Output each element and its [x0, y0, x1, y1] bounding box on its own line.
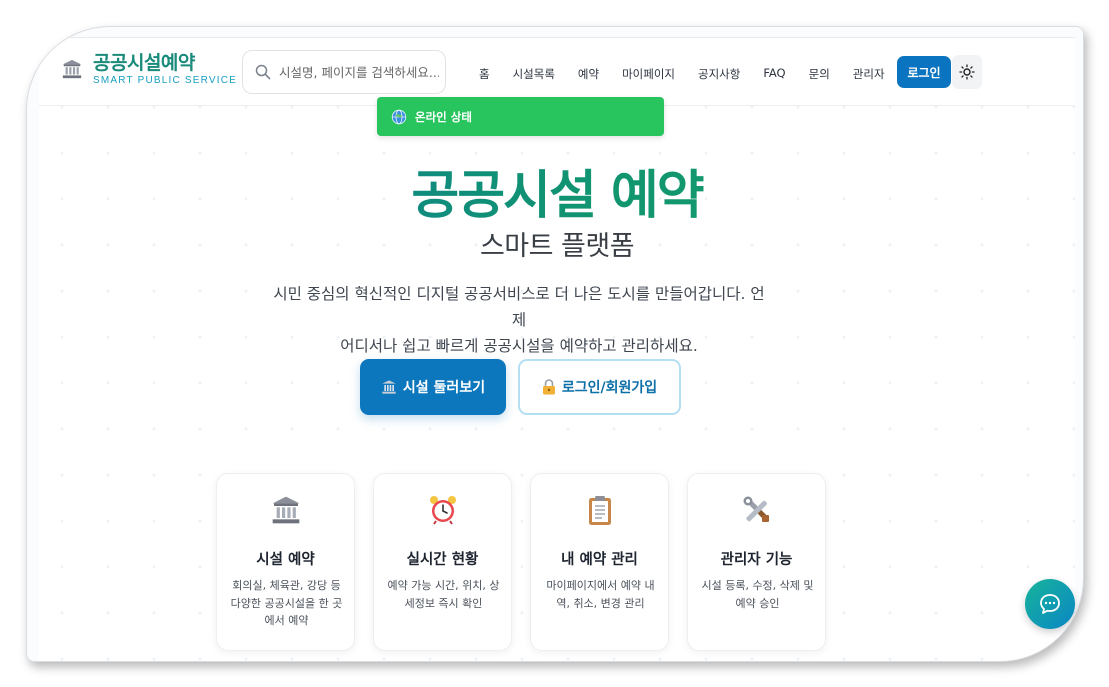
feature-description: 시설 등록, 수정, 삭제 및 예약 승인: [701, 579, 814, 610]
screenshot-frame: 공공시설예약 SMART PUBLIC SERVICE 홈 시설목록 예약 마이…: [26, 26, 1084, 662]
hero-description: 시민 중심의 혁신적인 디지털 공공서비스로 더 나은 도시를 만들어갑니다. …: [269, 281, 769, 359]
classical-building-icon: [62, 59, 82, 79]
nav-inquiry[interactable]: 문의: [809, 66, 830, 82]
feature-card-admin-features[interactable]: 관리자 기능 시설 등록, 수정, 삭제 및 예약 승인: [687, 473, 826, 651]
nav-notice[interactable]: 공지사항: [698, 66, 740, 82]
feature-description: 마이페이지에서 예약 내역, 취소, 변경 관리: [546, 579, 655, 610]
site-header: 공공시설예약 SMART PUBLIC SERVICE 홈 시설목록 예약 마이…: [39, 38, 1075, 106]
clipboard-icon: [588, 496, 611, 525]
hero-subtitle: 스마트 플랫폼: [479, 231, 635, 262]
search-input[interactable]: [279, 64, 439, 80]
browse-facilities-button[interactable]: 시설 둘러보기: [360, 359, 506, 415]
login-button[interactable]: 로그인: [897, 56, 951, 88]
feature-card-facility-reservation[interactable]: 시설 예약 회의실, 체육관, 강당 등 다양한 공공시설을 한 곳에서 예약: [216, 473, 355, 651]
feature-description: 회의실, 체육관, 강당 등 다양한 공공시설을 한 곳에서 예약: [230, 579, 343, 627]
login-signup-button[interactable]: 로그인/회원가입: [518, 359, 681, 415]
alarm-clock-icon: [429, 496, 456, 525]
nav-mypage[interactable]: 마이페이지: [622, 66, 675, 82]
feature-card-my-reservations[interactable]: 내 예약 관리 마이페이지에서 예약 내역, 취소, 변경 관리: [530, 473, 669, 651]
feature-title: 시설 예약: [256, 552, 315, 568]
browse-facilities-label: 시설 둘러보기: [402, 380, 486, 396]
classical-building-icon: [381, 379, 397, 395]
main-nav: 홈 시설목록 예약 마이페이지 공지사항 FAQ 문의 관리자: [479, 66, 908, 82]
page: 공공시설예약 SMART PUBLIC SERVICE 홈 시설목록 예약 마이…: [39, 37, 1075, 661]
feature-card-realtime-status[interactable]: 실시간 현황 예약 가능 시간, 위치, 상세정보 즉시 확인: [373, 473, 512, 651]
toast-text: 온라인 상태: [415, 109, 472, 124]
theme-toggle-button[interactable]: [952, 55, 982, 89]
classical-building-icon: [272, 496, 299, 524]
nav-facility-list[interactable]: 시설목록: [513, 66, 555, 82]
nav-reservation[interactable]: 예약: [578, 66, 599, 82]
feature-title: 관리자 기능: [720, 552, 793, 568]
brand-logo[interactable]: 공공시설예약 SMART PUBLIC SERVICE: [61, 52, 237, 86]
search-box: [242, 50, 446, 94]
chat-bubble-icon: [1040, 594, 1060, 614]
feature-description: 예약 가능 시간, 위치, 상세정보 즉시 확인: [387, 579, 500, 610]
brand-subtitle: SMART PUBLIC SERVICE: [93, 75, 238, 86]
sun-icon: [959, 64, 975, 80]
feature-title: 실시간 현황: [406, 552, 479, 568]
lock-icon: [542, 379, 556, 395]
brand-title: 공공시설예약: [93, 52, 195, 74]
nav-admin[interactable]: 관리자: [853, 66, 885, 82]
search-icon: [255, 64, 271, 80]
tools-icon: [743, 496, 769, 522]
login-signup-label: 로그인/회원가입: [561, 380, 658, 396]
online-status-toast: 온라인 상태: [377, 97, 664, 136]
chat-button[interactable]: [1025, 579, 1075, 629]
nav-faq[interactable]: FAQ: [763, 66, 785, 82]
globe-icon: [391, 109, 407, 124]
nav-home[interactable]: 홈: [479, 66, 490, 82]
hero-description-line-1: 시민 중심의 혁신적인 디지털 공공서비스로 더 나은 도시를 만들어갑니다. …: [273, 285, 765, 329]
hero-title: 공공시설 예약: [39, 166, 1075, 226]
hero-description-line-2: 어디서나 쉽고 빠르게 공공시설을 예약하고 관리하세요.: [340, 337, 698, 355]
feature-title: 내 예약 관리: [561, 552, 638, 568]
